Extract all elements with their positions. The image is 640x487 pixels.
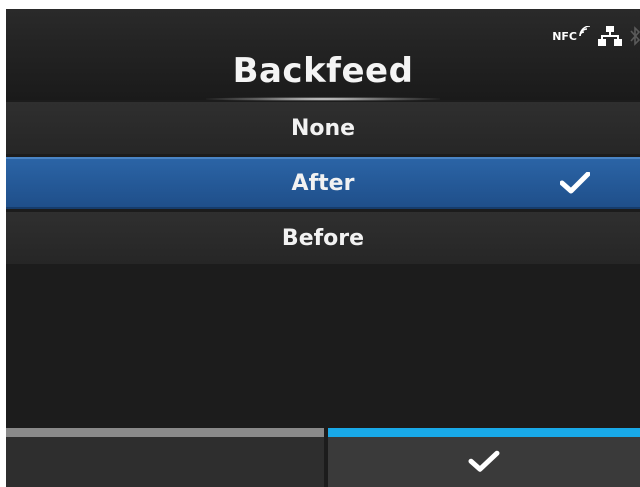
header: Backfeed NFC [6, 9, 640, 101]
nfc-label: NFC [552, 29, 577, 43]
option-label: Before [281, 225, 365, 251]
option-after[interactable]: After [6, 157, 640, 209]
softkey-confirm-button[interactable] [328, 428, 640, 487]
status-icons: NFC [552, 23, 640, 49]
option-none[interactable]: None [6, 102, 640, 154]
check-icon [560, 172, 590, 194]
option-list: None After Before [6, 102, 640, 267]
option-label: After [291, 170, 355, 196]
softkey-left-indicator [6, 428, 324, 437]
check-icon [468, 450, 500, 476]
lan-icon [598, 26, 622, 46]
softkey-bar [6, 428, 640, 487]
bluetooth-icon [630, 26, 640, 46]
option-label: None [290, 115, 356, 141]
printer-screen: Backfeed NFC None After Before [6, 9, 640, 487]
page-title: Backfeed [232, 51, 414, 91]
softkey-left[interactable] [6, 428, 324, 487]
option-before[interactable]: Before [6, 212, 640, 264]
title-underline-glow [206, 97, 440, 101]
nfc-icon: NFC [552, 25, 590, 43]
softkey-right-indicator [328, 428, 640, 437]
